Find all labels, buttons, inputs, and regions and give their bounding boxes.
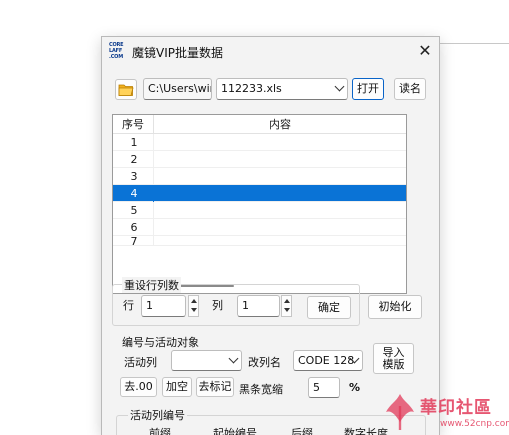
table-row[interactable]: 1 xyxy=(113,134,406,151)
active-col-select[interactable] xyxy=(171,350,242,371)
site-watermark: 華印社區 www.52cnp.com xyxy=(380,390,509,435)
table-row-selected[interactable]: 4 xyxy=(113,185,406,202)
row-index: 5 xyxy=(113,202,154,219)
window-title: 魔镜VIP批量数据 xyxy=(132,46,223,60)
table-row[interactable]: 3 xyxy=(113,168,406,185)
active-number-group-title: 活动列编号 xyxy=(128,407,187,423)
file-select[interactable]: 112233.xls xyxy=(216,78,348,100)
row-index: 1 xyxy=(113,134,154,151)
column-header-content[interactable]: 内容 xyxy=(154,115,406,134)
rename-col-value: CODE 128 xyxy=(298,354,355,367)
spin-down-icon[interactable] xyxy=(189,306,198,316)
data-list[interactable]: 序号 内容 1 2 3 4 5 6 7 xyxy=(112,114,407,294)
read-name-button[interactable]: 读名 xyxy=(394,78,426,100)
row-index: 6 xyxy=(113,219,154,236)
strip-00-button[interactable]: 去.00 xyxy=(120,377,157,397)
suffix-label: 后缀 xyxy=(291,427,313,435)
col-label: 列 xyxy=(212,299,223,312)
start-number-label: 起始编号 xyxy=(213,427,257,435)
import-template-line2: 模版 xyxy=(382,358,405,371)
confirm-button[interactable]: 确定 xyxy=(307,296,351,319)
title-bar[interactable]: CORE LAFF .COM 魔镜VIP批量数据 ✕ xyxy=(102,37,439,67)
row-spinner[interactable] xyxy=(188,295,199,317)
app-logo: CORE LAFF .COM xyxy=(109,42,124,60)
row-index: 2 xyxy=(113,151,154,168)
rename-col-label: 改列名 xyxy=(248,356,281,369)
numbering-group-title: 编号与活动对象 xyxy=(122,336,199,349)
bar-width-input[interactable]: 5 xyxy=(308,377,340,398)
table-row[interactable]: 5 xyxy=(113,202,406,219)
file-select-value: 112233.xls xyxy=(221,82,282,95)
chevron-down-icon xyxy=(334,81,345,92)
row-index: 4 xyxy=(113,185,154,202)
rename-col-select[interactable]: CODE 128 xyxy=(293,350,363,371)
column-header-index[interactable]: 序号 xyxy=(113,115,154,134)
table-row[interactable]: 6 xyxy=(113,219,406,236)
watermark-logo-icon xyxy=(386,394,414,430)
spin-up-icon[interactable] xyxy=(282,296,291,306)
bar-width-label: 黑条宽缩 xyxy=(239,383,283,396)
row-label: 行 xyxy=(123,299,134,312)
initialize-button[interactable]: 初始化 xyxy=(368,295,422,319)
table-row[interactable]: 7 xyxy=(113,236,406,246)
list-header: 序号 内容 xyxy=(113,115,406,134)
background-window-edge xyxy=(440,43,509,44)
batch-data-dialog: CORE LAFF .COM 魔镜VIP批量数据 ✕ C:\Users\win … xyxy=(101,36,440,435)
strip-mark-button[interactable]: 去标记 xyxy=(196,377,234,397)
import-template-button[interactable]: 导入 模版 xyxy=(373,343,414,374)
col-spinner[interactable] xyxy=(281,295,292,317)
close-icon[interactable]: ✕ xyxy=(416,42,434,60)
col-count-input[interactable]: 1 xyxy=(237,295,280,317)
row-count-input[interactable]: 1 xyxy=(141,295,186,317)
row-index: 7 xyxy=(113,236,154,245)
watermark-url: www.52cnp.com xyxy=(440,419,509,429)
fill-empty-button[interactable]: 加空 xyxy=(162,377,192,397)
row-index: 3 xyxy=(113,168,154,185)
path-field[interactable]: C:\Users\win xyxy=(143,78,212,100)
watermark-text: 華印社區 xyxy=(420,398,492,418)
active-col-label: 活动列 xyxy=(124,356,157,369)
spin-up-icon[interactable] xyxy=(189,296,198,306)
chevron-down-icon xyxy=(228,353,239,363)
percent-label: % xyxy=(349,381,361,394)
spin-down-icon[interactable] xyxy=(282,306,291,316)
open-button[interactable]: 打开 xyxy=(352,78,384,100)
prefix-label: 前缀 xyxy=(149,427,171,435)
table-row[interactable]: 2 xyxy=(113,151,406,168)
folder-icon xyxy=(118,84,134,96)
open-folder-button[interactable] xyxy=(115,79,137,100)
reset-group-title: 重设行列数 xyxy=(122,277,181,293)
